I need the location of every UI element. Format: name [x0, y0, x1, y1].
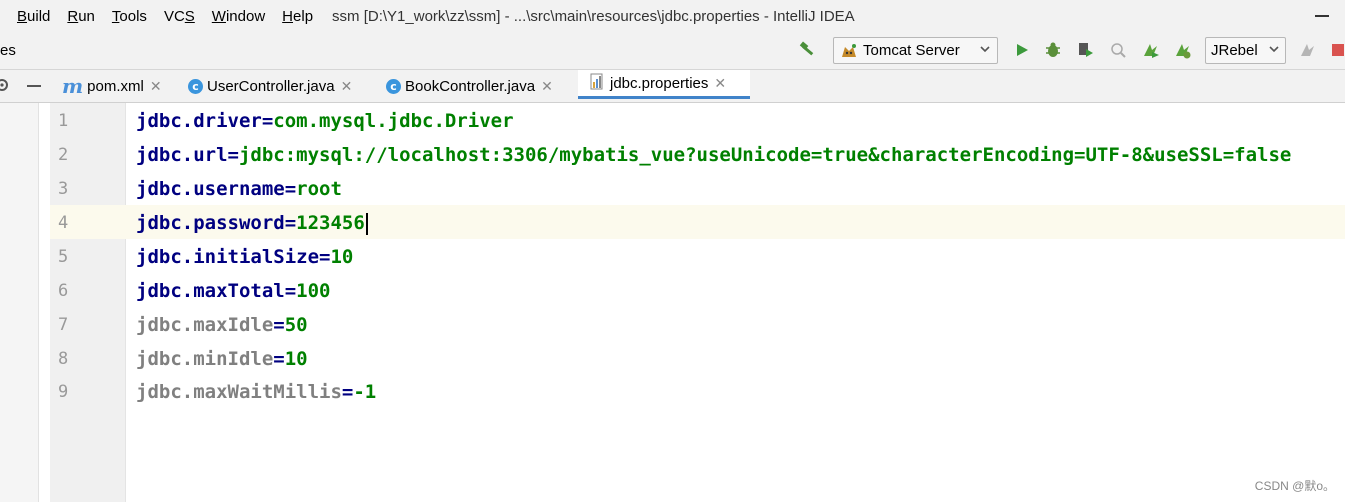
chevron-down-icon	[979, 42, 991, 59]
property-key: jdbc.initialSize	[136, 246, 320, 268]
line-number: 4	[58, 213, 69, 233]
property-value: jdbc:mysql://localhost:3306/mybatis_vue?…	[238, 144, 1292, 166]
property-value: com.mysql.jdbc.Driver	[273, 110, 514, 132]
line-number: 3	[58, 179, 69, 199]
equals-sign: =	[273, 314, 285, 336]
collapse-icon[interactable]	[27, 85, 41, 87]
run-icon[interactable]	[1012, 40, 1032, 60]
tab-label: BookController.java	[405, 77, 536, 95]
property-key: jdbc.maxIdle	[136, 314, 274, 336]
equals-sign: =	[284, 212, 297, 234]
line-number: 2	[58, 145, 69, 165]
editor-tab-bar: m pom.xml ✕ c UserController.java ✕ c Bo…	[0, 70, 1345, 103]
tomcat-icon	[840, 43, 858, 59]
menu-window[interactable]: Window	[212, 8, 265, 25]
equals-sign: =	[227, 144, 239, 166]
equals-sign: =	[273, 348, 285, 370]
jrebel-label: JRebel	[1211, 42, 1258, 59]
menu-run[interactable]: Run	[67, 8, 95, 25]
update-icon[interactable]	[1297, 40, 1317, 60]
profile-icon[interactable]	[1108, 40, 1128, 60]
tab-jdbc-properties[interactable]: jdbc.properties ✕	[578, 70, 750, 99]
menu-bar: Build Run Tools VCS Window Help ssm [D:\…	[0, 0, 1345, 32]
maven-m-icon: m	[62, 74, 84, 98]
watermark: CSDN @默o。	[1254, 479, 1335, 493]
property-key: jdbc.maxWaitMillis	[136, 381, 342, 403]
equals-sign: =	[284, 178, 297, 200]
jrebel-debug-icon[interactable]	[1172, 40, 1192, 60]
tab-label: UserController.java	[207, 77, 335, 95]
main-toolbar: es Tomcat Server JRebel	[0, 32, 1345, 70]
property-key: jdbc.minIdle	[136, 348, 274, 370]
code-line[interactable]: jdbc.initialSize=10	[136, 240, 353, 274]
run-configuration-select[interactable]: Tomcat Server	[833, 37, 998, 64]
property-key: jdbc.driver	[136, 110, 262, 132]
line-number: 9	[58, 382, 69, 402]
code-line[interactable]: jdbc.password=123456	[136, 206, 368, 240]
close-icon[interactable]: ✕	[714, 75, 726, 92]
code-line[interactable]: jdbc.driver=com.mysql.jdbc.Driver	[136, 104, 514, 138]
property-value: 10	[284, 348, 308, 370]
line-number: 5	[58, 247, 69, 267]
equals-sign: =	[341, 381, 354, 403]
close-icon[interactable]: ✕	[341, 78, 353, 95]
line-number: 7	[58, 315, 69, 335]
property-value: 123456	[296, 212, 365, 234]
line-number: 1	[58, 111, 69, 131]
line-number: 8	[58, 349, 69, 369]
menu-help[interactable]: Help	[282, 8, 313, 25]
text-caret	[365, 212, 368, 235]
minimize-icon[interactable]	[1315, 15, 1329, 17]
property-value: -1	[353, 381, 377, 403]
window-title: ssm [D:\Y1_work\zz\ssm] - ...\src\main\r…	[332, 7, 855, 25]
breadcrumb[interactable]: es	[0, 42, 16, 59]
property-key: jdbc.maxTotal	[136, 280, 285, 302]
properties-file-icon	[590, 73, 606, 94]
tab-user-controller[interactable]: c UserController.java ✕	[188, 70, 373, 102]
equals-sign: =	[261, 110, 274, 132]
property-value: 50	[284, 314, 308, 336]
jrebel-select[interactable]: JRebel	[1205, 37, 1286, 64]
coverage-icon[interactable]	[1075, 40, 1095, 60]
property-value: root	[296, 178, 342, 200]
code-line[interactable]: jdbc.username=root	[136, 172, 342, 206]
gear-icon[interactable]	[0, 77, 10, 98]
class-c-icon: c	[188, 78, 203, 94]
code-line[interactable]: jdbc.url=jdbc:mysql://localhost:3306/myb…	[136, 138, 1291, 172]
property-key: jdbc.username	[136, 178, 285, 200]
menu-tools[interactable]: Tools	[112, 8, 147, 25]
tab-label: pom.xml	[87, 77, 144, 95]
code-line[interactable]: jdbc.minIdle=10	[136, 342, 308, 376]
equals-sign: =	[284, 280, 297, 302]
close-icon[interactable]: ✕	[150, 78, 162, 95]
menu-vcs[interactable]: VCS	[164, 8, 195, 25]
jrebel-run-icon[interactable]	[1140, 40, 1160, 60]
code-line[interactable]: jdbc.maxWaitMillis=-1	[136, 375, 376, 409]
property-value: 10	[330, 246, 354, 268]
code-line[interactable]: jdbc.maxTotal=100	[136, 274, 331, 308]
property-key: jdbc.password	[136, 212, 285, 234]
close-icon[interactable]: ✕	[541, 78, 553, 95]
tool-window-strip	[0, 103, 39, 502]
equals-sign: =	[319, 246, 331, 268]
code-line[interactable]: jdbc.maxIdle=50	[136, 308, 308, 342]
tab-pom-xml[interactable]: m pom.xml ✕	[62, 70, 174, 102]
property-key: jdbc.url	[136, 144, 228, 166]
chevron-down-icon	[1268, 42, 1280, 59]
stop-icon[interactable]	[1328, 40, 1345, 60]
tab-label: jdbc.properties	[610, 74, 709, 92]
property-value: 100	[296, 280, 331, 302]
class-c-icon: c	[386, 78, 401, 94]
run-configuration-label: Tomcat Server	[863, 42, 960, 59]
line-number: 6	[58, 281, 69, 301]
debug-icon[interactable]	[1043, 40, 1063, 60]
build-hammer-icon[interactable]	[799, 40, 819, 60]
menu-build[interactable]: Build	[17, 8, 50, 25]
tab-book-controller[interactable]: c BookController.java ✕	[386, 70, 572, 102]
